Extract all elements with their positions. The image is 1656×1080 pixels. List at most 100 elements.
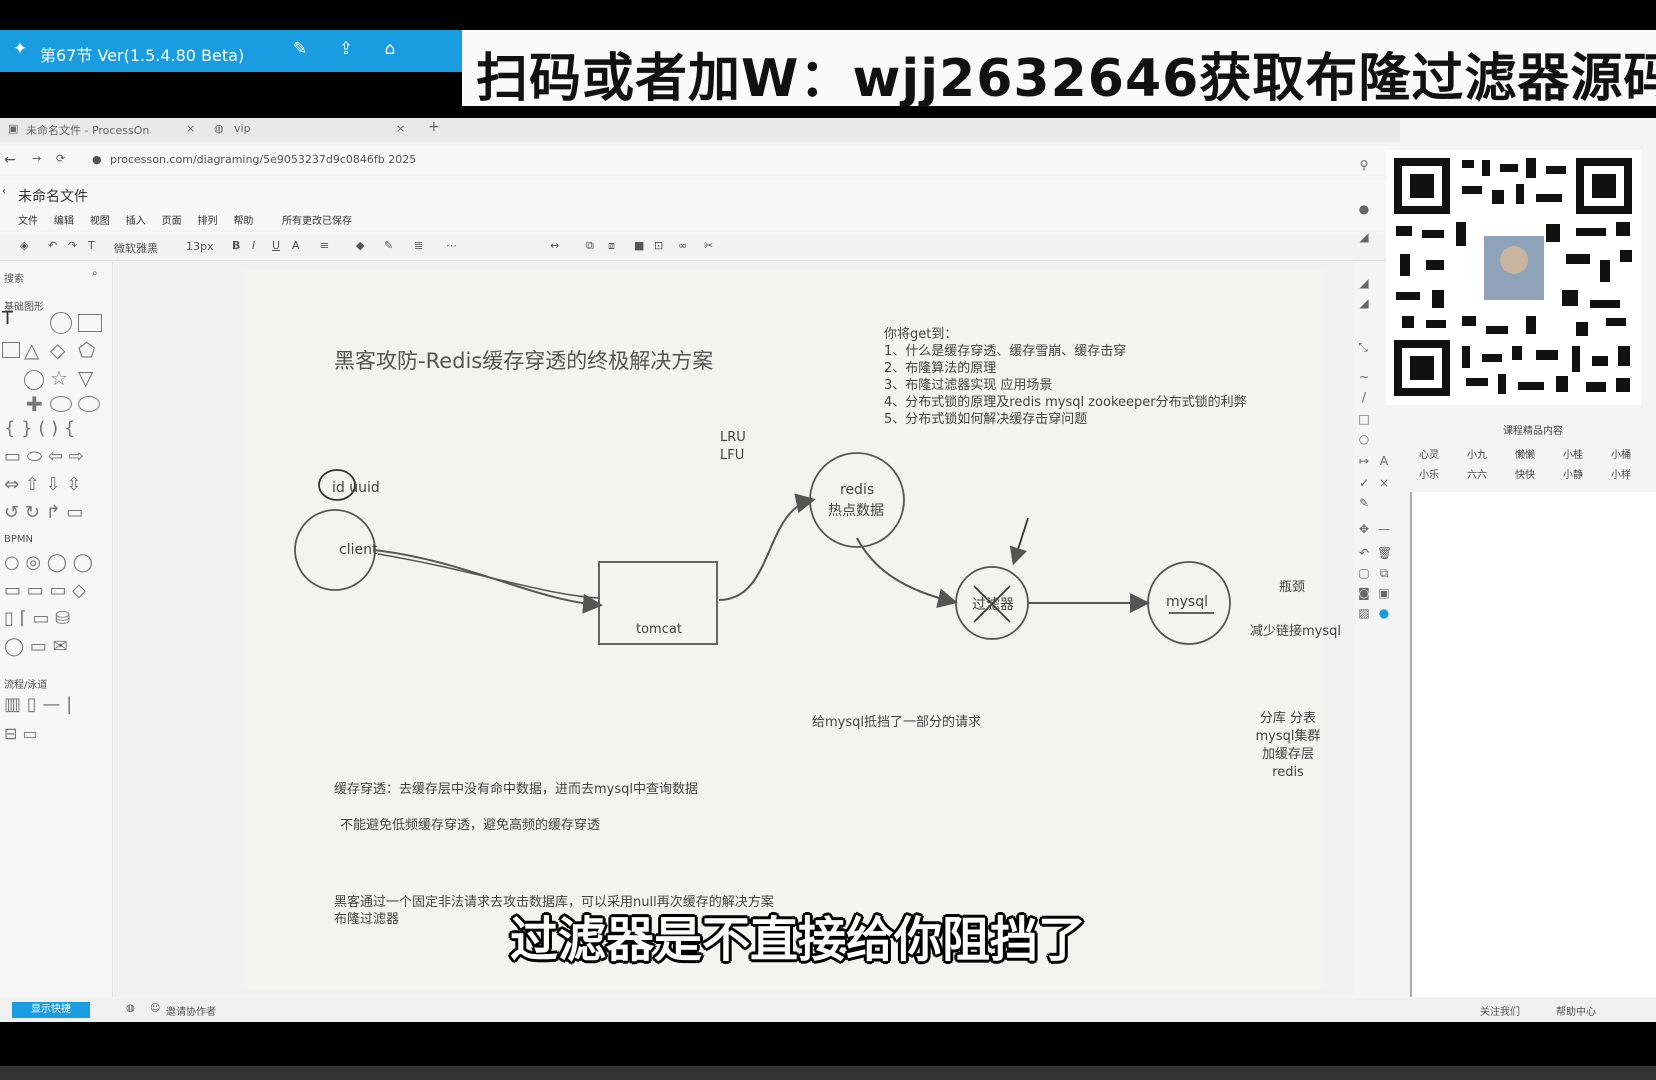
copy-dock-icon[interactable]: ▢	[1357, 566, 1371, 580]
bpmn-data[interactable]: ▯ ⌈ ▭ ⛁	[4, 608, 70, 629]
font-color-icon[interactable]: A	[292, 239, 300, 252]
front-icon[interactable]: ⧉	[586, 239, 594, 253]
text-shape-icon[interactable]: T	[2, 308, 13, 329]
lfu-label[interactable]: LFU	[720, 448, 744, 463]
style-icon[interactable]: ●	[1357, 202, 1371, 216]
diagram-title[interactable]: 黑客攻防-Redis缓存穿透的终极解决方案	[334, 345, 713, 375]
cross-shape[interactable]: ✚	[26, 392, 43, 416]
bloom-note[interactable]: 布隆过滤器	[334, 908, 399, 927]
menu-view[interactable]: 视图	[90, 216, 110, 227]
tab-vip[interactable]: vip	[234, 122, 251, 135]
paste-dock-icon[interactable]: ⧉	[1377, 566, 1391, 580]
arrow-shapes-2[interactable]: ⇔ ⇧ ⇩ ⇳	[4, 474, 82, 495]
bpmn-tasks[interactable]: ▭ ▭ ▭ ◇	[4, 580, 86, 601]
swimlane-shapes-2[interactable]: ⊟ ▭	[4, 724, 38, 743]
history-icon[interactable]: ◢	[1357, 296, 1371, 310]
circle-tool-icon[interactable]: ○	[1357, 432, 1371, 446]
new-tab-icon[interactable]: +	[428, 119, 440, 135]
share-icon[interactable]: ⇪	[336, 39, 356, 59]
text-tool-icon[interactable]: A	[1377, 454, 1391, 468]
image-icon[interactable]: ◢	[1357, 276, 1371, 290]
section-bpmn[interactable]: BPMN	[4, 534, 33, 545]
font-size-select[interactable]: 13px	[186, 240, 214, 253]
lru-label[interactable]: LRU	[720, 430, 746, 445]
swimlane-shapes[interactable]: ▥ ▯ — |	[4, 694, 72, 715]
close-tab-icon[interactable]: ×	[186, 122, 195, 135]
line-width-icon[interactable]: ≣	[414, 239, 423, 252]
menu-insert[interactable]: 插入	[126, 216, 146, 227]
follow-us-link[interactable]: 关注我们	[1480, 1003, 1520, 1018]
diagram-page[interactable]: 黑客攻防-Redis缓存穿透的终极解决方案 你将get到： 1、什么是缓存穿透、…	[244, 270, 1341, 990]
search-icon[interactable]: ⌕	[92, 268, 98, 279]
underline-icon[interactable]: U	[272, 239, 280, 252]
group-icon[interactable]: ⊡	[654, 239, 663, 252]
wrench-icon[interactable]: ✂	[704, 239, 713, 252]
color-dot-icon[interactable]: ●	[1377, 606, 1391, 620]
gains-list[interactable]: 你将get到： 1、什么是缓存穿透、缓存雪崩、缓存击穿 2、布隆算法的原理 3、…	[884, 326, 1247, 428]
dash-tool-icon[interactable]: —	[1377, 522, 1391, 536]
rounded-shape[interactable]	[2, 342, 20, 358]
invite-icon[interactable]: ☺	[150, 1003, 160, 1014]
trash-icon[interactable]: 🗑	[1377, 546, 1392, 560]
font-family-select[interactable]: 微软雅黑	[114, 240, 158, 256]
section-swimlane[interactable]: 流程/泳道	[4, 676, 47, 691]
arrow-shapes[interactable]: ▭ ⬭ ⇦ ⇨	[4, 446, 84, 467]
reload-icon[interactable]: ⟳	[56, 152, 65, 165]
pen-tool-icon[interactable]: ✎	[1357, 496, 1371, 510]
camera-icon[interactable]: ◙	[1357, 586, 1371, 600]
circle-shape[interactable]	[50, 312, 72, 334]
rectangle-shape[interactable]	[78, 314, 102, 332]
picture-icon[interactable]: ▨	[1357, 606, 1371, 620]
forward-icon[interactable]: →	[32, 152, 41, 165]
diamond-shape[interactable]: ◇	[50, 338, 65, 362]
line-style-icon[interactable]: ⋯	[446, 239, 457, 252]
ellipse-shape-2[interactable]	[78, 396, 100, 412]
menu-help[interactable]: 帮助	[233, 216, 253, 227]
undo-icon[interactable]: ↶	[48, 239, 57, 252]
shape-search-input[interactable]: 搜索	[4, 270, 24, 285]
globe-status-icon[interactable]: ◍	[126, 1003, 135, 1014]
align-icon[interactable]: ≡	[320, 239, 329, 252]
invite-collaborators[interactable]: 邀请协作者	[166, 1003, 216, 1018]
format-painter-icon[interactable]: ◈	[20, 239, 28, 252]
undo-dock-icon[interactable]: ↶	[1357, 546, 1371, 560]
bpmn-misc[interactable]: ◯ ▭ ✉	[4, 636, 68, 657]
link-icon[interactable]: ∞	[678, 239, 687, 252]
blocked-note[interactable]: 给mysql抵挡了一部分的请求	[812, 711, 981, 730]
reduce-conn-label[interactable]: 减少链接mysql	[1250, 620, 1341, 639]
triangle-shape[interactable]: △	[24, 338, 39, 362]
menu-arrange[interactable]: 排列	[198, 216, 218, 227]
menu-edit[interactable]: 编辑	[54, 216, 74, 227]
edit-icon[interactable]: ✎	[290, 39, 310, 59]
url-field[interactable]: processon.com/diagraming/5e9053237d9c084…	[110, 153, 416, 166]
menu-page[interactable]: 页面	[162, 216, 182, 227]
octagon-shape[interactable]	[24, 370, 44, 390]
scale-notes[interactable]: 分库 分表 mysql集群 加缓存层 redis	[1252, 710, 1324, 782]
line-tool-2-icon[interactable]: /	[1357, 390, 1371, 404]
connector-tool-icon[interactable]: ↦	[1357, 454, 1371, 468]
arrow-shapes-3[interactable]: ↺ ↻ ↱ ▭	[4, 502, 83, 523]
italic-icon[interactable]: I	[252, 239, 255, 252]
check-tool-icon[interactable]: ✓	[1357, 476, 1371, 490]
line-tool-icon[interactable]: ~	[1357, 370, 1371, 384]
chevron-left-icon[interactable]: ‹	[2, 186, 6, 197]
close-tab-icon[interactable]: ×	[396, 122, 405, 135]
redo-icon[interactable]: ↷	[68, 239, 77, 252]
shortcut-button[interactable]: 显示快捷	[12, 1002, 90, 1018]
ellipse-shape[interactable]	[50, 396, 72, 412]
lock-shape-icon[interactable]: ■	[634, 239, 644, 252]
line-color-icon[interactable]: ✎	[384, 239, 393, 252]
collapse-icon[interactable]: ⤡	[1356, 340, 1370, 354]
theme-icon[interactable]: ◢	[1357, 230, 1371, 244]
pentagon-shape[interactable]: ⬠	[78, 338, 95, 362]
move-tool-icon[interactable]: ✥	[1357, 522, 1371, 536]
menu-file[interactable]: 文件	[18, 216, 38, 227]
brace-shape[interactable]: { } ( ) {	[4, 418, 75, 439]
avoid-note[interactable]: 不能避免低频缓存穿透，避免高频的缓存穿透	[340, 814, 600, 833]
back-icon[interactable]: ←	[4, 152, 16, 168]
id-uuid-label[interactable]: id uuid	[332, 480, 380, 496]
bpmn-events[interactable]: ○ ◎ ◯ ◯	[4, 552, 93, 573]
home-icon[interactable]: ⌂	[380, 39, 400, 59]
fill-icon[interactable]: ◆	[356, 239, 364, 252]
clear-format-icon[interactable]: T	[88, 239, 95, 252]
